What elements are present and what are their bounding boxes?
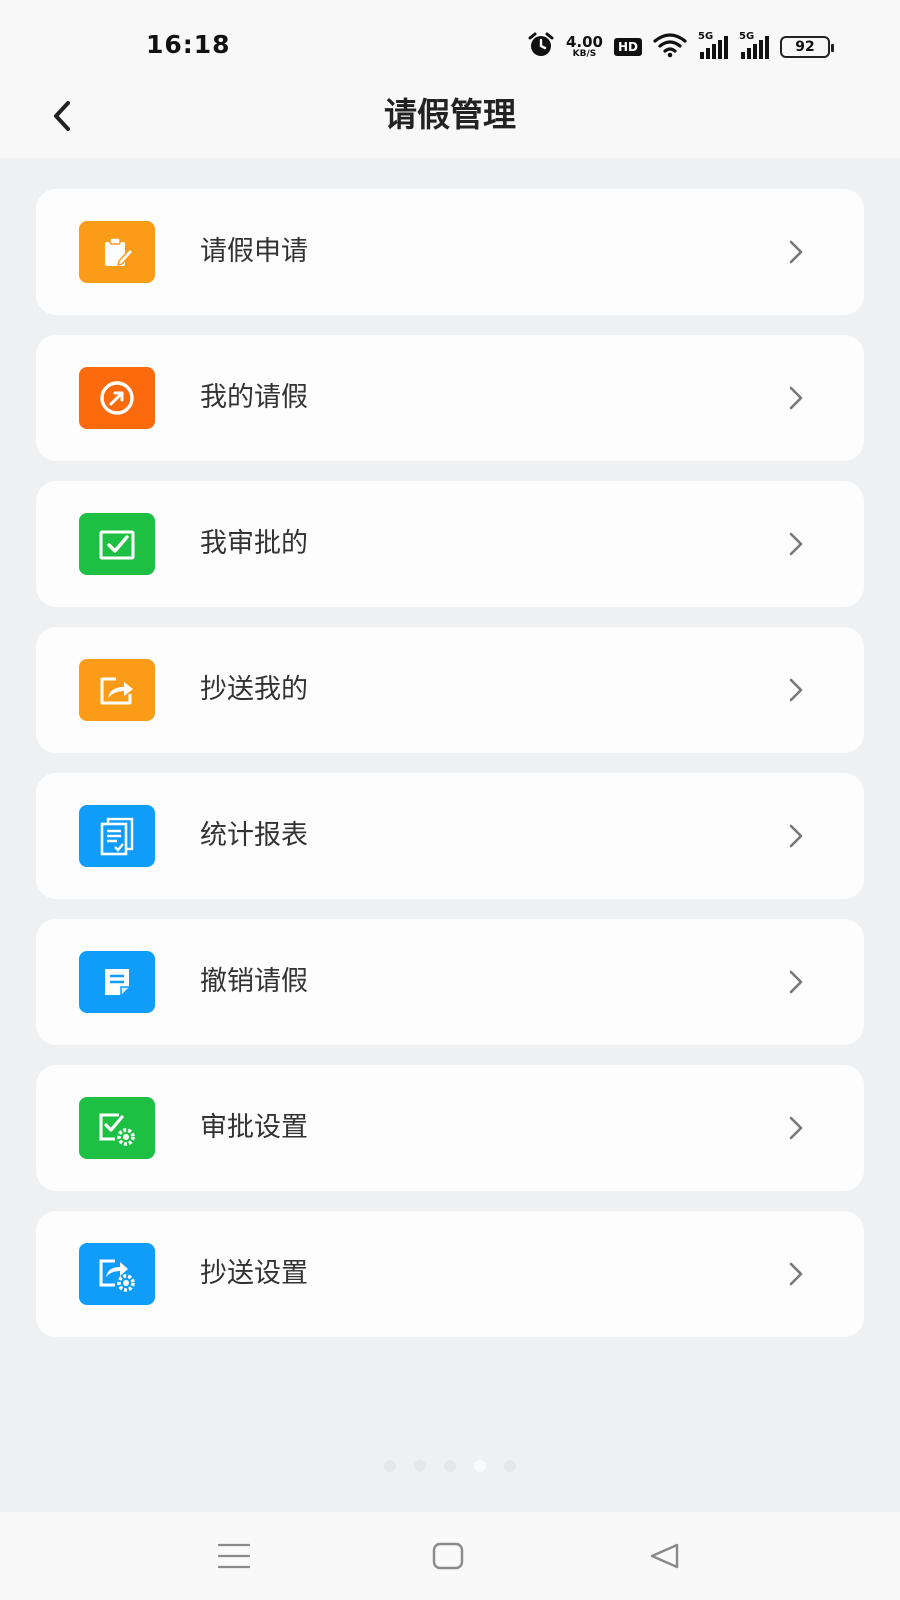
chevron-right-icon bbox=[789, 386, 803, 410]
chevron-right-icon bbox=[789, 1116, 803, 1140]
page-dot bbox=[384, 1460, 396, 1472]
signal-icon: 5G bbox=[739, 31, 769, 59]
network-speed: 4.00 KB/S bbox=[566, 35, 603, 59]
status-bar: 16:18 4.00 KB/S HD 5G 5G 92 bbox=[0, 0, 900, 92]
my-leave-icon bbox=[79, 367, 155, 429]
menu-item-label: 我的请假 bbox=[200, 382, 308, 413]
chevron-right-icon bbox=[789, 824, 803, 848]
menu-item-label: 统计报表 bbox=[200, 820, 308, 851]
share-settings-icon bbox=[79, 1243, 155, 1305]
app-header: 请假管理 bbox=[0, 92, 900, 158]
menu-item-revoke-leave[interactable]: 撤销请假 bbox=[36, 919, 864, 1045]
home-button[interactable] bbox=[426, 1534, 470, 1578]
revoke-note-icon bbox=[79, 951, 155, 1013]
menu-item-leave-apply[interactable]: 请假申请 bbox=[36, 189, 864, 315]
menu-item-label: 撤销请假 bbox=[200, 966, 308, 997]
sim2-label: 5G bbox=[739, 31, 755, 42]
page-indicator bbox=[0, 1460, 900, 1472]
menu-item-my-leave[interactable]: 我的请假 bbox=[36, 335, 864, 461]
menu-item-cc-to-me[interactable]: 抄送我的 bbox=[36, 627, 864, 753]
system-nav-bar bbox=[0, 1512, 900, 1600]
sim1-label: 5G bbox=[698, 31, 714, 42]
chevron-right-icon bbox=[789, 678, 803, 702]
menu-item-approval-settings[interactable]: 审批设置 bbox=[36, 1065, 864, 1191]
menu-item-label: 我审批的 bbox=[200, 528, 308, 559]
report-icon bbox=[79, 805, 155, 867]
menu-item-label: 审批设置 bbox=[200, 1112, 308, 1143]
menu-item-statistics-report[interactable]: 统计报表 bbox=[36, 773, 864, 899]
status-icons: 4.00 KB/S HD 5G 5G 92 bbox=[527, 31, 834, 63]
recents-button[interactable] bbox=[212, 1534, 256, 1578]
menu-item-my-approvals[interactable]: 我审批的 bbox=[36, 481, 864, 607]
menu-icon bbox=[217, 1543, 251, 1569]
system-back-button[interactable] bbox=[642, 1534, 686, 1578]
chevron-right-icon bbox=[789, 1262, 803, 1286]
chevron-right-icon bbox=[789, 240, 803, 264]
share-icon bbox=[79, 659, 155, 721]
page-title: 请假管理 bbox=[384, 95, 516, 134]
menu-item-label: 请假申请 bbox=[200, 236, 308, 267]
signal-icon: 5G bbox=[698, 31, 728, 59]
wifi-icon bbox=[653, 32, 687, 62]
menu-item-label: 抄送我的 bbox=[200, 674, 308, 705]
battery-icon: 92 bbox=[780, 36, 834, 58]
alarm-icon bbox=[527, 31, 555, 63]
page-dot bbox=[414, 1460, 426, 1472]
hd-icon: HD bbox=[613, 38, 642, 56]
status-time: 16:18 bbox=[146, 30, 231, 59]
home-icon bbox=[432, 1542, 464, 1570]
leave-apply-icon bbox=[79, 221, 155, 283]
page-dot bbox=[504, 1460, 516, 1472]
approval-settings-icon bbox=[79, 1097, 155, 1159]
chevron-right-icon bbox=[789, 970, 803, 994]
page-dot bbox=[444, 1460, 456, 1472]
network-speed-value: 4.00 bbox=[565, 33, 603, 51]
menu-list: 请假申请 我的请假 我审批的 抄送我的 统计报表 撤销请假 审批设置 抄送设置 bbox=[36, 189, 864, 1337]
menu-item-cc-settings[interactable]: 抄送设置 bbox=[36, 1211, 864, 1337]
back-icon bbox=[650, 1543, 679, 1569]
chevron-right-icon bbox=[789, 532, 803, 556]
network-speed-unit: KB/S bbox=[572, 49, 597, 59]
menu-item-label: 抄送设置 bbox=[200, 1258, 308, 1289]
approval-check-icon bbox=[79, 513, 155, 575]
page-dot-active bbox=[474, 1460, 486, 1472]
